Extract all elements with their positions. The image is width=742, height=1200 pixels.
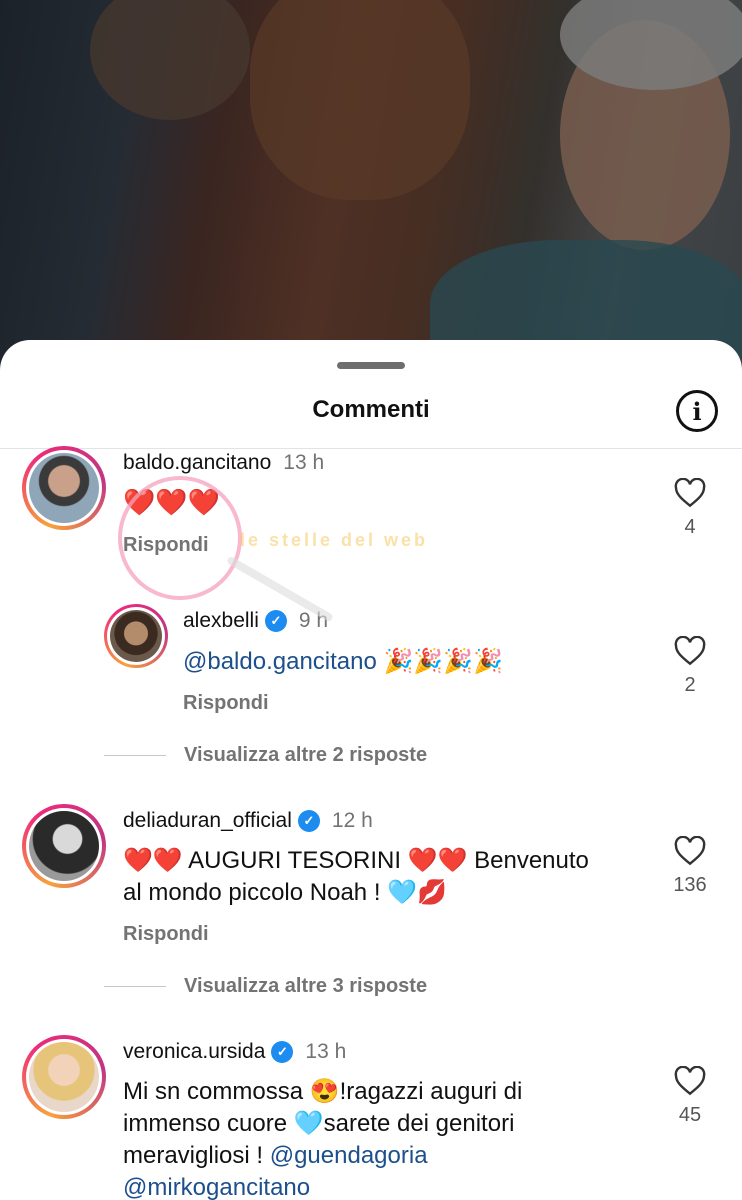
like-count: 4	[684, 516, 696, 538]
thread-line	[104, 755, 166, 756]
thread-line	[104, 986, 166, 987]
comment-text-line: al mondo piccolo Noah ! 🩵💋	[123, 879, 447, 906]
like-button[interactable]: 136	[670, 836, 710, 897]
heart-outline-icon[interactable]	[674, 1066, 706, 1096]
avatar[interactable]	[104, 604, 168, 668]
heart-outline-icon[interactable]	[674, 636, 706, 666]
alexbelli-avatar	[110, 610, 162, 662]
username-link[interactable]: veronica.ursida	[123, 1040, 265, 1064]
comment-username[interactable]: veronica.ursida ✓ 13 h	[123, 1040, 346, 1064]
reply-button[interactable]: Rispondi	[123, 923, 209, 946]
watermark-text: le stelle del web	[240, 530, 429, 550]
like-count: 136	[673, 874, 707, 896]
like-button[interactable]: 45	[670, 1066, 710, 1127]
like-count: 45	[678, 1104, 702, 1126]
mention-link[interactable]: @baldo.gancitano	[183, 648, 377, 675]
view-more-replies-button[interactable]: Visualizza altre 3 risposte	[104, 975, 427, 998]
comment-time: 12 h	[331, 809, 373, 832]
comment-text: ❤️❤️ AUGURI TESORINI ❤️❤️ Benvenuto al m…	[123, 845, 643, 909]
verified-badge-icon: ✓	[297, 810, 320, 832]
post-photo-background	[0, 0, 742, 380]
comment-text-line: meravigliosi ! @guendagoria	[123, 1140, 643, 1172]
drag-handle[interactable]	[337, 362, 405, 369]
comment-text-fragment: meravigliosi !	[123, 1142, 264, 1169]
username-link[interactable]: alexbelli	[183, 609, 259, 633]
delia-avatar	[29, 811, 99, 881]
veronica-avatar	[29, 1042, 99, 1112]
heart-outline-icon[interactable]	[674, 836, 706, 866]
like-button[interactable]: 4	[670, 478, 710, 539]
reply-button[interactable]: Rispondi	[183, 692, 269, 715]
verified-badge-icon: ✓	[264, 610, 287, 632]
username-link[interactable]: baldo.gancitano	[123, 451, 271, 475]
sheet-title: Commenti	[312, 396, 430, 423]
view-more-replies-label[interactable]: Visualizza altre 2 risposte	[184, 744, 427, 767]
comments-sheet: Commenti i	[0, 340, 742, 1200]
comment-text: Mi sn commossa 😍!ragazzi auguri di immen…	[123, 1076, 643, 1200]
username-link[interactable]: deliaduran_official	[123, 809, 292, 833]
avatar[interactable]	[22, 1035, 106, 1119]
comment-text-line: ❤️❤️ AUGURI TESORINI ❤️❤️ Benvenuto	[123, 847, 589, 874]
comment-time: 13 h	[305, 1040, 347, 1063]
avatar[interactable]	[22, 446, 106, 530]
comment-username[interactable]: deliaduran_official ✓ 12 h	[123, 809, 373, 833]
comment-text: @baldo.gancitano 🎉🎉🎉🎉	[183, 646, 503, 678]
comment-text-line: immenso cuore 🩵sarete dei genitori	[123, 1110, 515, 1137]
view-more-replies-label[interactable]: Visualizza altre 3 risposte	[184, 975, 427, 998]
baldo-avatar	[29, 453, 99, 523]
comment-time: 13 h	[283, 451, 325, 474]
comment-username[interactable]: baldo.gancitano 13 h	[123, 451, 324, 475]
comment-emoji: 🎉🎉🎉🎉	[383, 648, 504, 675]
like-button[interactable]: 2	[670, 636, 710, 697]
heart-outline-icon[interactable]	[674, 478, 706, 508]
like-count: 2	[684, 674, 696, 696]
avatar[interactable]	[22, 804, 106, 888]
comment-text-line: Mi sn commossa 😍!ragazzi auguri di	[123, 1078, 523, 1105]
view-more-replies-button[interactable]: Visualizza altre 2 risposte	[104, 744, 427, 767]
comment-username[interactable]: alexbelli ✓ 9 h	[183, 609, 328, 633]
header-divider	[0, 448, 742, 449]
info-icon[interactable]: i	[676, 390, 718, 432]
mention-link[interactable]: @guendagoria	[270, 1142, 428, 1169]
verified-badge-icon: ✓	[271, 1041, 294, 1063]
mention-link[interactable]: @mirkogancitano	[123, 1172, 643, 1200]
